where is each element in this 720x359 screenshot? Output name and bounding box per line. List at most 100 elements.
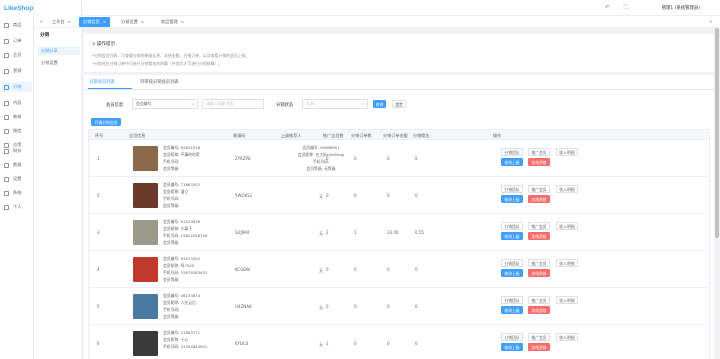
undo-icon[interactable]: ↶	[605, 4, 610, 11]
cell-orders: 0	[354, 193, 357, 198]
fullscreen-icon[interactable]: ⛶	[624, 4, 628, 12]
tab-pending-members[interactable]: 待审核分销会员列表	[140, 78, 179, 88]
sub-menu: 分销 分销分享 分销设置	[34, 0, 82, 359]
avatar	[133, 220, 158, 245]
cell-commission: 0	[415, 267, 418, 272]
team-button[interactable]: 分销团队	[501, 148, 523, 156]
team-button[interactable]: 分销团队	[501, 259, 523, 267]
sidebar-item-4[interactable]: 分销	[2, 82, 32, 92]
parent-info: 无	[283, 193, 359, 200]
change-parent-button[interactable]: 修改上级	[501, 232, 523, 240]
change-parent-button[interactable]: 修改上级	[501, 195, 523, 203]
search-input[interactable]: 请输入搜索内容	[202, 99, 264, 109]
chevron-down-icon: ∨	[191, 101, 194, 106]
team-button[interactable]: 分销团队	[501, 333, 523, 341]
user-icon	[4, 52, 9, 58]
close-icon[interactable]: ×	[103, 19, 106, 24]
status-select[interactable]: 全部 ∨	[302, 99, 368, 109]
change-parent-button[interactable]: 修改上级	[501, 158, 523, 166]
tabs-back-icon[interactable]: «	[36, 17, 47, 27]
freeze-button[interactable]: 冻结资格	[528, 158, 550, 166]
team-button[interactable]: 分销团队	[501, 185, 523, 193]
sidebar-item-13[interactable]: 个人	[2, 202, 32, 212]
sidebar-item-10[interactable]: 数据	[2, 160, 32, 170]
member-info-line: 会员编号: 62831918	[163, 145, 200, 150]
income-button[interactable]: 收入明细	[556, 185, 578, 193]
reset-button[interactable]: 重置	[392, 100, 406, 108]
member-info-line: 手机号码:	[163, 307, 180, 312]
freeze-button[interactable]: 冻结资格	[528, 195, 550, 203]
sidebar-item-label: 个人	[13, 204, 22, 209]
income-button[interactable]: 收入明细	[556, 222, 578, 230]
row-number: 2	[97, 193, 100, 198]
status-label: 分销状态	[276, 103, 294, 108]
sidebar-item-6[interactable]: 装修	[2, 112, 32, 122]
promoted-button[interactable]: 推广会员	[528, 333, 550, 341]
cell-fans: 1	[326, 341, 329, 346]
tab-distribution-settings[interactable]: 分销设置 ×	[117, 17, 148, 27]
member-info-line: 会员编号: 21863771	[163, 330, 200, 335]
freeze-button[interactable]: 冻结资格	[528, 269, 550, 277]
promoted-button[interactable]: 推广会员	[528, 148, 550, 156]
change-parent-button[interactable]: 修改上级	[501, 269, 523, 277]
logo: LikeShop	[4, 5, 34, 12]
team-button[interactable]: 分销团队	[501, 296, 523, 304]
tab-distribution-members[interactable]: 分销会员 ×	[79, 17, 110, 27]
member-info: 会员编号: 21863771 会员昵称: 十心 手机号码: 15394840091	[163, 329, 207, 350]
submenu-item-settings[interactable]: 分销设置	[38, 58, 80, 67]
submenu-item-share[interactable]: 分销分享	[38, 46, 80, 55]
tab-goods[interactable]: 商品管理 ×	[157, 17, 188, 27]
sidebar-item-1[interactable]: 订单	[2, 36, 32, 46]
sidebar-item-0[interactable]: 商品	[2, 20, 32, 30]
change-parent-button[interactable]: 修改上级	[501, 343, 523, 351]
table-row: 5 会员编号: 06153674 会员昵称: 人在云后 手机号码: 会员等级: U4ZNA…	[89, 288, 709, 325]
sidebar-item-11[interactable]: 设置	[2, 174, 32, 184]
parent-info-line: 无	[319, 268, 323, 273]
close-icon[interactable]: ×	[141, 19, 144, 24]
income-button[interactable]: 收入明细	[556, 148, 578, 156]
main-content: ∨ 操作提示 *分销会员列表，可查看分销的基础信息、冻结金额、分销订单，以及查看…	[84, 31, 714, 359]
sidebar-item-7[interactable]: 微信	[2, 126, 32, 136]
change-parent-button[interactable]: 修改上级	[501, 306, 523, 314]
income-button[interactable]: 收入明细	[556, 296, 578, 304]
sidebar-item-label: 装修	[13, 114, 22, 119]
column-header: 邀请码	[233, 132, 246, 138]
promoted-button[interactable]: 推广会员	[528, 222, 550, 230]
member-info-line: 会员编号: 63473302	[163, 256, 200, 261]
close-icon[interactable]: ×	[181, 19, 184, 24]
content-icon	[4, 100, 9, 106]
promoted-button[interactable]: 推广会员	[528, 296, 550, 304]
sidebar-item-12[interactable]: 系统	[2, 188, 32, 198]
scrollbar[interactable]	[715, 28, 719, 238]
team-button[interactable]: 分销团队	[501, 222, 523, 230]
open-member-button[interactable]: 开通分销会员	[91, 118, 121, 126]
sidebar-item-label: 订单	[13, 38, 22, 43]
notice-line: *分销时在分销订单中可进行分销佣金的结算（并发后才可进行分销结算）。	[92, 61, 223, 66]
row-number: 3	[97, 230, 100, 235]
member-info-line: 会员昵称: 阿7500	[163, 263, 195, 268]
income-button[interactable]: 收入明细	[556, 333, 578, 341]
freeze-button[interactable]: 冻结资格	[528, 232, 550, 240]
query-button[interactable]: 查询	[373, 100, 386, 108]
sidebar-item-label: 内容	[13, 100, 22, 105]
notice-title[interactable]: ∨ 操作提示	[92, 41, 115, 47]
tab-member-list[interactable]: 分销会员列表	[89, 78, 115, 88]
close-icon[interactable]: ×	[68, 19, 71, 24]
parent-info-line: 无	[319, 231, 323, 236]
sidebar-item-3[interactable]: 营销	[2, 66, 32, 76]
freeze-button[interactable]: 冻结资格	[528, 306, 550, 314]
promoted-button[interactable]: 推广会员	[528, 259, 550, 267]
freeze-button[interactable]: 冻结资格	[528, 343, 550, 351]
tabs-forward-icon[interactable]: »	[705, 17, 716, 27]
column-header: 序号	[95, 132, 104, 138]
member-field-select[interactable]: 会员编号 ∨	[132, 99, 198, 109]
sidebar-item-9[interactable]: 财务	[2, 146, 32, 156]
income-button[interactable]: 收入明细	[556, 259, 578, 267]
promoted-button[interactable]: 推广会员	[528, 185, 550, 193]
sidebar-item-5[interactable]: 内容	[2, 98, 32, 108]
cell-orders: 0	[354, 341, 357, 346]
tab-workbench[interactable]: 工作台 ×	[48, 17, 75, 27]
user-menu[interactable]: 管理1 (系统管理员)	[662, 5, 700, 11]
sidebar-item-2[interactable]: 会员	[2, 50, 32, 60]
member-info-line: 手机号码:	[163, 159, 180, 164]
